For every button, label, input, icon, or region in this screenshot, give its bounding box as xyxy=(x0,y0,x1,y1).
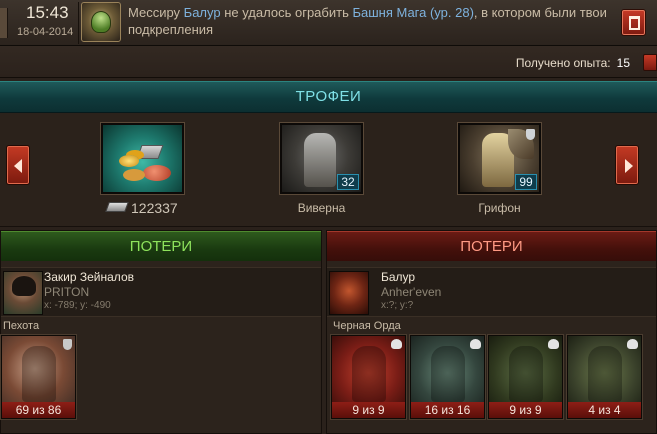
losses-header: ПОТЕРИ xyxy=(327,231,656,261)
unit-quantity: 9 из 9 xyxy=(489,402,562,418)
trophy-count: 32 xyxy=(337,174,359,190)
player-name[interactable]: Закир Зейналов xyxy=(44,270,134,284)
trophy-name: Виверна xyxy=(297,201,346,215)
arrow-left-icon[interactable] xyxy=(6,145,30,185)
experience-label: Получено опыта: 15 xyxy=(516,56,630,70)
message-bar: 15:43 18-04-2014 Мессиру Балур не удалос… xyxy=(0,0,657,46)
player-clan[interactable]: Anher'even xyxy=(381,285,441,299)
avatar[interactable] xyxy=(329,271,369,315)
trophy-count: 99 xyxy=(515,174,537,190)
skull-icon xyxy=(627,339,638,349)
unit-card[interactable]: 9 из 9 xyxy=(488,335,563,419)
skull-icon xyxy=(548,339,559,349)
unit-quantity: 4 из 4 xyxy=(568,402,641,418)
message-text-part: не удалось ограбить xyxy=(220,5,353,20)
experience-text: Получено опыта: xyxy=(515,56,611,70)
divider xyxy=(78,2,79,44)
trophies-header: ТРОФЕИ xyxy=(0,81,657,113)
avatar[interactable] xyxy=(3,271,43,315)
losses-title: ПОТЕРИ xyxy=(460,238,523,255)
back-handle[interactable] xyxy=(0,8,8,38)
shield-icon xyxy=(63,339,72,350)
unit-card[interactable]: 16 из 16 xyxy=(410,335,485,419)
unit-quantity: 16 из 16 xyxy=(411,402,484,418)
shield-icon xyxy=(526,129,535,140)
losses-header: ПОТЕРИ xyxy=(1,231,321,261)
message-date: 18-04-2014 xyxy=(17,26,74,38)
ingot-icon xyxy=(105,202,129,212)
player-link[interactable]: Балур xyxy=(184,5,221,20)
unit-quantity: 69 из 86 xyxy=(2,402,75,418)
player-name[interactable]: Балур xyxy=(381,270,415,284)
losses-panel-attacker: ПОТЕРИ Закир Зейналов PRITON x: -789; y:… xyxy=(0,230,322,434)
losses-title: ПОТЕРИ xyxy=(129,238,193,255)
message-time: 15:43 xyxy=(26,3,69,22)
resource-trophy[interactable] xyxy=(101,123,184,194)
unit-quantity: 9 из 9 xyxy=(332,402,405,418)
experience-row: Получено опыта: 15 xyxy=(0,46,657,78)
resource-amount: 122337 xyxy=(131,200,178,216)
unit-card[interactable]: 9 из 9 xyxy=(331,335,406,419)
trophy-wyvern[interactable]: 32 xyxy=(280,123,363,194)
trophy-griffin[interactable]: 99 xyxy=(458,123,541,194)
message-text-part: Мессиру xyxy=(128,5,184,20)
message-text: Мессиру Балур не удалось ограбить Башня … xyxy=(128,4,613,38)
player-coords: x: -789; y: -490 xyxy=(44,300,111,311)
unit-card[interactable]: 4 из 4 xyxy=(567,335,642,419)
unit-group-label: Пехота xyxy=(3,320,40,332)
target-link[interactable]: Башня Мага (ур. 28) xyxy=(352,5,473,20)
unit-card[interactable]: 69 из 86 xyxy=(1,335,76,419)
battle-report: 15:43 18-04-2014 Мессиру Балур не удалос… xyxy=(0,0,657,434)
trophies-body: 122337 32 Виверна 99 Грифон xyxy=(0,113,657,227)
message-type-icon xyxy=(81,2,121,42)
share-button[interactable] xyxy=(643,54,657,71)
unit-group-label: Черная Орда xyxy=(333,320,401,332)
player-card: Закир Зейналов PRITON x: -789; y: -490 xyxy=(1,267,321,317)
arrow-right-icon[interactable] xyxy=(615,145,639,185)
trophy-name: Грифон xyxy=(478,201,521,215)
trash-icon[interactable] xyxy=(621,9,646,36)
trophies-title: ТРОФЕИ xyxy=(295,88,362,105)
skull-icon xyxy=(391,339,402,349)
player-coords: x:?; y:? xyxy=(381,300,414,311)
losses-panel-defender: ПОТЕРИ Балур Anher'even x:?; y:? Черная … xyxy=(326,230,657,434)
experience-value: 15 xyxy=(616,56,630,70)
player-clan[interactable]: PRITON xyxy=(44,285,89,299)
skull-icon xyxy=(470,339,481,349)
player-card: Балур Anher'even x:?; y:? xyxy=(327,267,656,317)
